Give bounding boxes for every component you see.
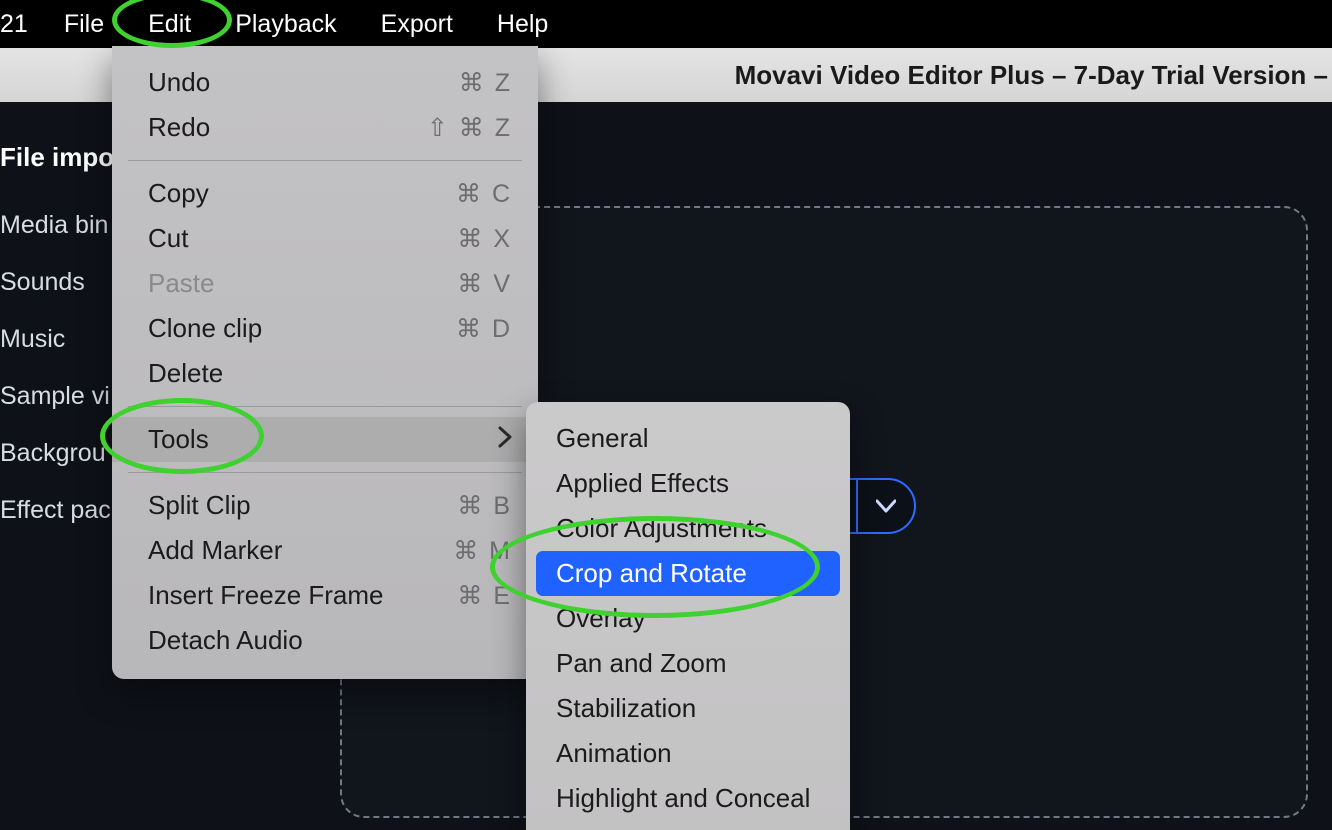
tools-applied-effects[interactable]: Applied Effects: [526, 461, 850, 506]
tools-stabilization[interactable]: Stabilization: [526, 686, 850, 731]
edit-paste-shortcut: ⌘ V: [457, 269, 512, 299]
tools-color-adjustments[interactable]: Color Adjustments: [526, 506, 850, 551]
edit-tools-label: Tools: [148, 424, 209, 455]
menu-playback[interactable]: Playback: [213, 2, 358, 47]
menu-separator: [128, 160, 522, 161]
edit-copy-label: Copy: [148, 178, 209, 209]
menu-edit[interactable]: Edit: [126, 2, 213, 47]
edit-add-marker-shortcut: ⌘ M: [453, 536, 512, 566]
menu-separator: [128, 406, 522, 407]
menu-help[interactable]: Help: [475, 2, 570, 47]
edit-undo-shortcut: ⌘ Z: [459, 68, 512, 98]
tools-animation[interactable]: Animation: [526, 731, 850, 776]
edit-redo-shortcut: ⇧ ⌘ Z: [427, 113, 512, 143]
tools-pan-and-zoom[interactable]: Pan and Zoom: [526, 641, 850, 686]
edit-split-shortcut: ⌘ B: [457, 491, 512, 521]
edit-copy[interactable]: Copy ⌘ C: [112, 171, 538, 216]
edit-undo[interactable]: Undo ⌘ Z: [112, 60, 538, 105]
edit-redo[interactable]: Redo ⇧ ⌘ Z: [112, 105, 538, 150]
edit-dropdown: Undo ⌘ Z Redo ⇧ ⌘ Z Copy ⌘ C Cut ⌘ X Pas…: [112, 46, 538, 679]
edit-add-marker-label: Add Marker: [148, 535, 282, 566]
edit-clone-shortcut: ⌘ D: [456, 314, 512, 344]
tools-overlay[interactable]: Overlay: [526, 596, 850, 641]
menubar-left-number: 21: [0, 10, 42, 39]
window-title: Movavi Video Editor Plus – 7-Day Trial V…: [735, 60, 1328, 91]
edit-add-marker[interactable]: Add Marker ⌘ M: [112, 528, 538, 573]
edit-split-label: Split Clip: [148, 490, 251, 521]
edit-clone-clip[interactable]: Clone clip ⌘ D: [112, 306, 538, 351]
tools-submenu: General Applied Effects Color Adjustment…: [526, 402, 850, 830]
edit-cut[interactable]: Cut ⌘ X: [112, 216, 538, 261]
tools-crop-and-rotate[interactable]: Crop and Rotate: [536, 551, 840, 596]
edit-detach-label: Detach Audio: [148, 625, 303, 656]
tools-chroma-key[interactable]: Chroma Key: [526, 821, 850, 830]
edit-split-clip[interactable]: Split Clip ⌘ B: [112, 483, 538, 528]
menubar: 21 File Edit Playback Export Help: [0, 0, 1332, 48]
edit-delete-label: Delete: [148, 358, 223, 389]
edit-copy-shortcut: ⌘ C: [456, 179, 512, 209]
edit-tools[interactable]: Tools: [112, 417, 538, 462]
chevron-down-icon[interactable]: [858, 499, 914, 513]
menu-file[interactable]: File: [42, 2, 126, 47]
edit-detach-audio[interactable]: Detach Audio: [112, 618, 538, 663]
tools-general[interactable]: General: [526, 416, 850, 461]
edit-freeze-label: Insert Freeze Frame: [148, 580, 384, 611]
chevron-right-icon: [498, 424, 512, 455]
edit-paste-label: Paste: [148, 268, 215, 299]
menu-export[interactable]: Export: [359, 2, 475, 47]
edit-cut-label: Cut: [148, 223, 188, 254]
edit-cut-shortcut: ⌘ X: [457, 224, 512, 254]
edit-clone-label: Clone clip: [148, 313, 262, 344]
edit-freeze-shortcut: ⌘ E: [457, 581, 512, 611]
edit-redo-label: Redo: [148, 112, 210, 143]
edit-undo-label: Undo: [148, 67, 210, 98]
tools-highlight-conceal[interactable]: Highlight and Conceal: [526, 776, 850, 821]
edit-insert-freeze-frame[interactable]: Insert Freeze Frame ⌘ E: [112, 573, 538, 618]
menu-separator: [128, 472, 522, 473]
edit-paste: Paste ⌘ V: [112, 261, 538, 306]
edit-delete[interactable]: Delete: [112, 351, 538, 396]
